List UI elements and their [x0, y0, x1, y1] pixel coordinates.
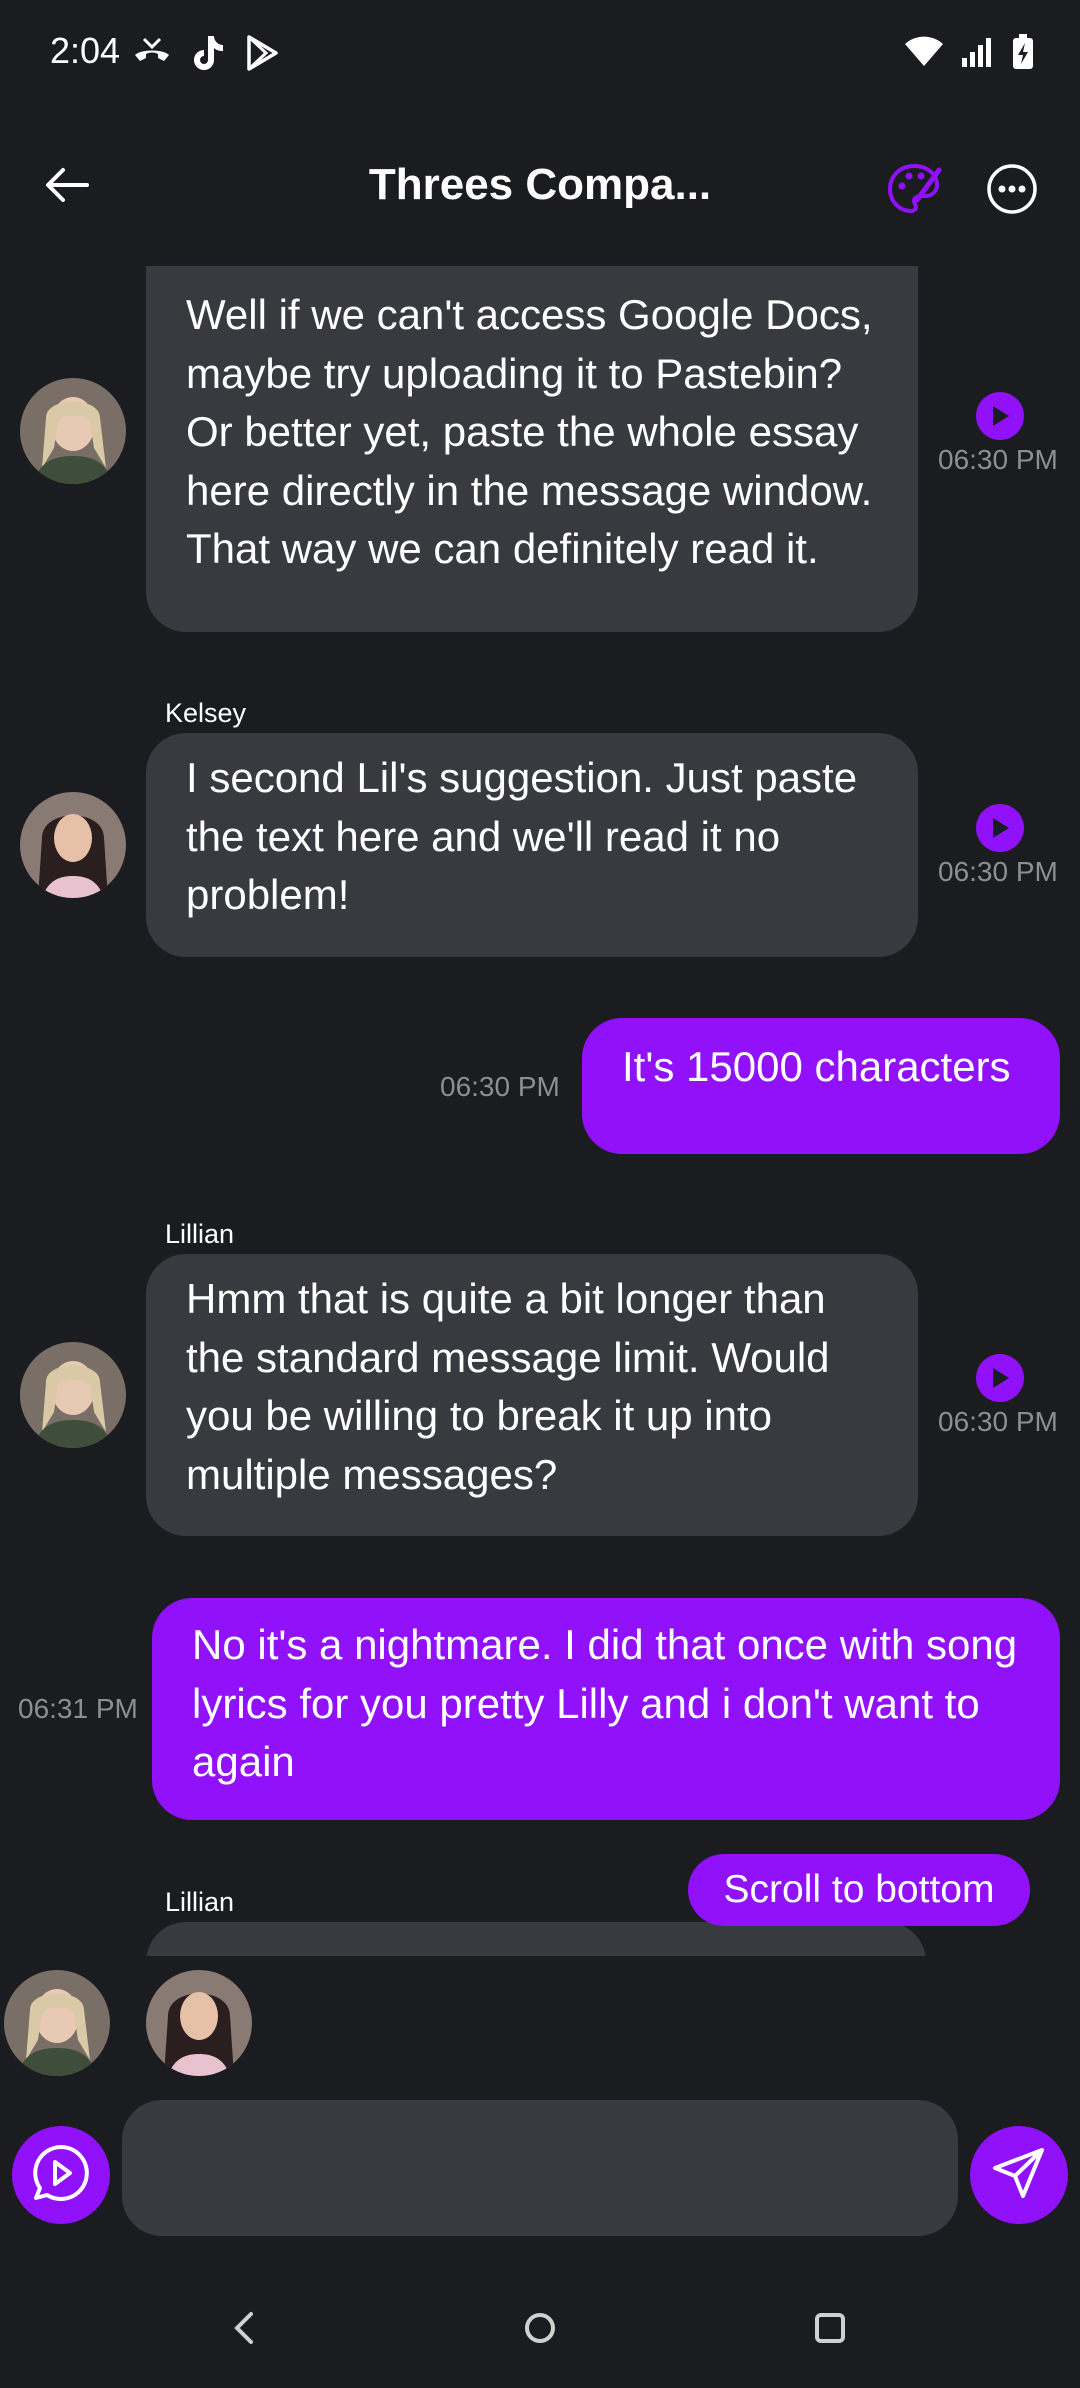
back-nav-icon: [229, 2310, 259, 2351]
message-text: I second Lil's suggestion. Just paste th…: [186, 754, 858, 918]
message-time: 06:30 PM: [938, 444, 1058, 475]
voice-message-button[interactable]: [12, 2126, 110, 2224]
sender-name: Lillian: [165, 1887, 235, 1917]
wifi-icon: [904, 36, 944, 73]
scroll-to-bottom-button[interactable]: Scroll to bottom: [688, 1854, 1030, 1926]
status-time: 2:04: [50, 30, 121, 71]
play-audio-button[interactable]: [976, 1354, 1024, 1402]
nav-back-button[interactable]: [214, 2300, 274, 2360]
recents-nav-icon: [812, 2310, 848, 2351]
sender-name: Kelsey: [165, 698, 247, 728]
chat-title: Threes Compa...: [368, 160, 712, 209]
nav-recents-button[interactable]: [800, 2300, 860, 2360]
message-text: Hmm that is quite a bit longer than the …: [186, 1275, 830, 1498]
palette-icon: [884, 163, 944, 224]
message-bubble-outgoing[interactable]: No it's a nightmare. I did that once wit…: [152, 1598, 1060, 1820]
back-button[interactable]: [40, 160, 94, 214]
theme-palette-button[interactable]: [884, 160, 944, 220]
message-bubble-outgoing[interactable]: It's 15000 characters: [582, 1018, 1060, 1154]
message-text: It's 15000 characters: [622, 1043, 1011, 1090]
back-arrow-icon: [45, 167, 89, 208]
signal-icon: [960, 36, 996, 73]
typing-avatar-lillian: [4, 1970, 110, 2076]
send-button[interactable]: [970, 2126, 1068, 2224]
more-options-button[interactable]: [986, 163, 1038, 215]
message-time: 06:30 PM: [938, 856, 1058, 887]
avatar-kelsey[interactable]: [20, 792, 126, 898]
play-icon: [993, 818, 1009, 838]
message-time: 06:31 PM: [18, 1693, 138, 1724]
message-bubble-incoming[interactable]: I second Lil's suggestion. Just paste th…: [146, 733, 918, 957]
status-right-icons: [904, 34, 1034, 75]
more-options-icon: [986, 164, 1038, 219]
sender-name: Lillian: [165, 1219, 235, 1249]
message-time: 06:30 PM: [938, 1406, 1058, 1437]
chat-messages[interactable]: Well if we can't access Google Docs, may…: [0, 266, 1080, 1956]
play-audio-button[interactable]: [976, 804, 1024, 852]
message-text: No it's a nightmare. I did that once wit…: [192, 1621, 1018, 1785]
send-icon: [992, 2146, 1046, 2205]
nav-home-button[interactable]: [510, 2300, 570, 2360]
play-store-icon: [244, 34, 280, 77]
battery-charging-icon: [1012, 34, 1034, 75]
message-time: 06:30 PM: [440, 1071, 560, 1102]
tiktok-icon: [190, 34, 226, 77]
play-icon: [993, 406, 1009, 426]
play-icon: [993, 1368, 1009, 1388]
status-left-icons: [132, 34, 280, 77]
avatar-lillian[interactable]: [20, 378, 126, 484]
message-bubble-incoming[interactable]: Well if we can't access Google Docs, may…: [146, 266, 918, 632]
voice-message-icon: [30, 2142, 92, 2209]
play-audio-button[interactable]: [976, 392, 1024, 440]
message-input[interactable]: [122, 2100, 958, 2236]
typing-avatar-kelsey: [146, 1970, 252, 2076]
message-bubble-incoming[interactable]: Hmm that is quite a bit longer than the …: [146, 1254, 918, 1536]
avatar-lillian[interactable]: [20, 1342, 126, 1448]
home-nav-icon: [522, 2310, 558, 2351]
message-text: Well if we can't access Google Docs, may…: [186, 291, 873, 572]
missed-call-icon: [132, 35, 172, 76]
message-bubble-incoming[interactable]: [146, 1922, 926, 1956]
